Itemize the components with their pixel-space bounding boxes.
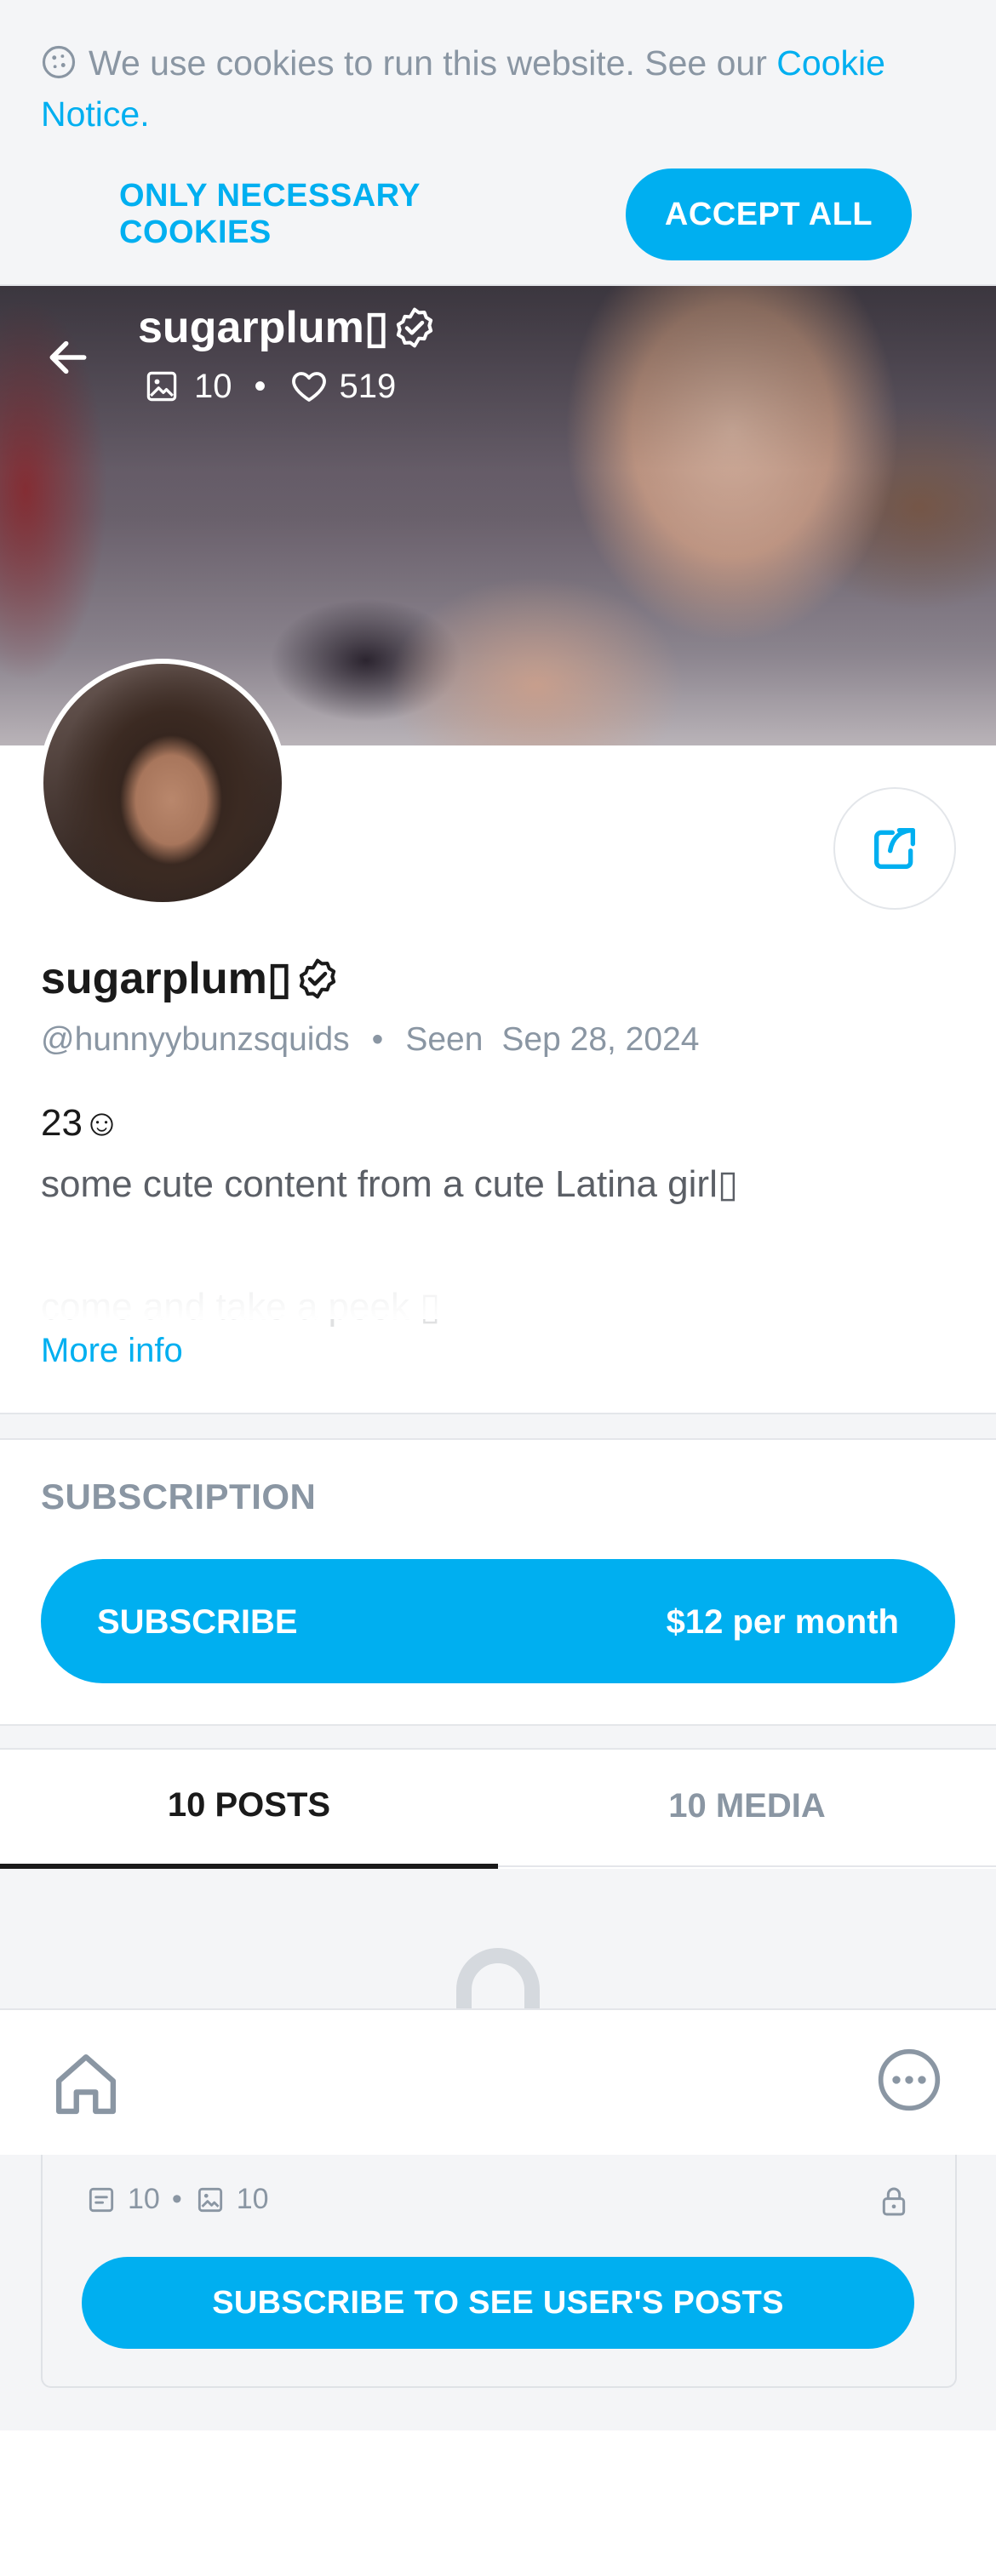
subscription-title: SUBSCRIPTION — [41, 1476, 317, 1516]
heart-icon — [291, 372, 326, 402]
post-icon — [89, 2187, 114, 2212]
verified-icon — [397, 307, 433, 348]
header-media-count: 10 — [194, 367, 232, 405]
more-icon[interactable] — [875, 2046, 943, 2114]
tab-posts[interactable]: 10 POSTS — [0, 1746, 498, 1869]
lock-icon — [444, 1948, 552, 2015]
lock-icon — [882, 2187, 906, 2216]
section-divider — [0, 1413, 996, 1440]
profile-name: sugarplum▯ — [41, 949, 341, 1008]
locked-posts-count: 10 — [128, 2183, 160, 2215]
header-stats: 10 • 519 — [143, 366, 396, 407]
handle: @hunnyybunzsquids — [41, 1021, 350, 1058]
cookie-text: We use cookies to run this website. See … — [89, 43, 777, 83]
cookie-icon — [42, 45, 76, 79]
header-name: sugarplum▯ — [138, 298, 438, 357]
back-arrow-icon[interactable] — [44, 334, 92, 381]
seen-label: Seen — [405, 1021, 484, 1058]
avatar-image — [43, 664, 282, 902]
header-stats-separator: • — [254, 367, 266, 405]
accept-all-button[interactable]: ACCEPT ALL — [626, 168, 912, 260]
image-icon — [197, 2187, 222, 2212]
bottom-nav — [0, 2008, 996, 2155]
home-icon[interactable] — [48, 2046, 124, 2122]
locked-media-count: 10 — [236, 2183, 269, 2215]
header-likes-count: 519 — [339, 367, 397, 405]
bio-line-1: 23☺ — [41, 1102, 121, 1144]
subscribe-to-see-posts-button[interactable]: SUBSCRIBE TO SEE USER'S POSTS — [82, 2257, 914, 2349]
tab-media[interactable]: 10 MEDIA — [498, 1746, 996, 1867]
subscribe-button[interactable]: SUBSCRIBE $12 per month — [41, 1559, 955, 1683]
image-icon — [146, 371, 177, 402]
share-icon — [874, 828, 915, 869]
cookie-notice-period: . — [140, 94, 150, 134]
more-info-link[interactable]: More info — [41, 1332, 183, 1370]
locked-card-stats: 10 • 10 — [85, 2183, 269, 2216]
avatar[interactable] — [38, 659, 287, 907]
bio-fade — [0, 1268, 996, 1319]
handle-separator: • — [371, 1021, 384, 1058]
subscribe-price: $12 per month — [666, 1603, 899, 1641]
handle-line: @hunnyybunzsquids • Seen Sep 28, 2024 — [41, 1021, 699, 1059]
profile-name-text: sugarplum▯ — [41, 954, 292, 1003]
verified-icon — [300, 958, 336, 999]
locked-card-separator: • — [171, 2183, 182, 2215]
share-button[interactable] — [833, 787, 956, 910]
seen-date: Sep 28, 2024 — [501, 1021, 700, 1058]
subscribe-label: SUBSCRIBE — [97, 1603, 298, 1641]
cookie-notice-text: We use cookies to run this website. See … — [41, 37, 952, 140]
only-necessary-cookies-button[interactable]: ONLY NECESSARY COOKIES — [119, 170, 579, 259]
bio-line-2: some cute content from a cute Latina gir… — [41, 1163, 739, 1205]
header-name-text: sugarplum▯ — [138, 303, 389, 352]
